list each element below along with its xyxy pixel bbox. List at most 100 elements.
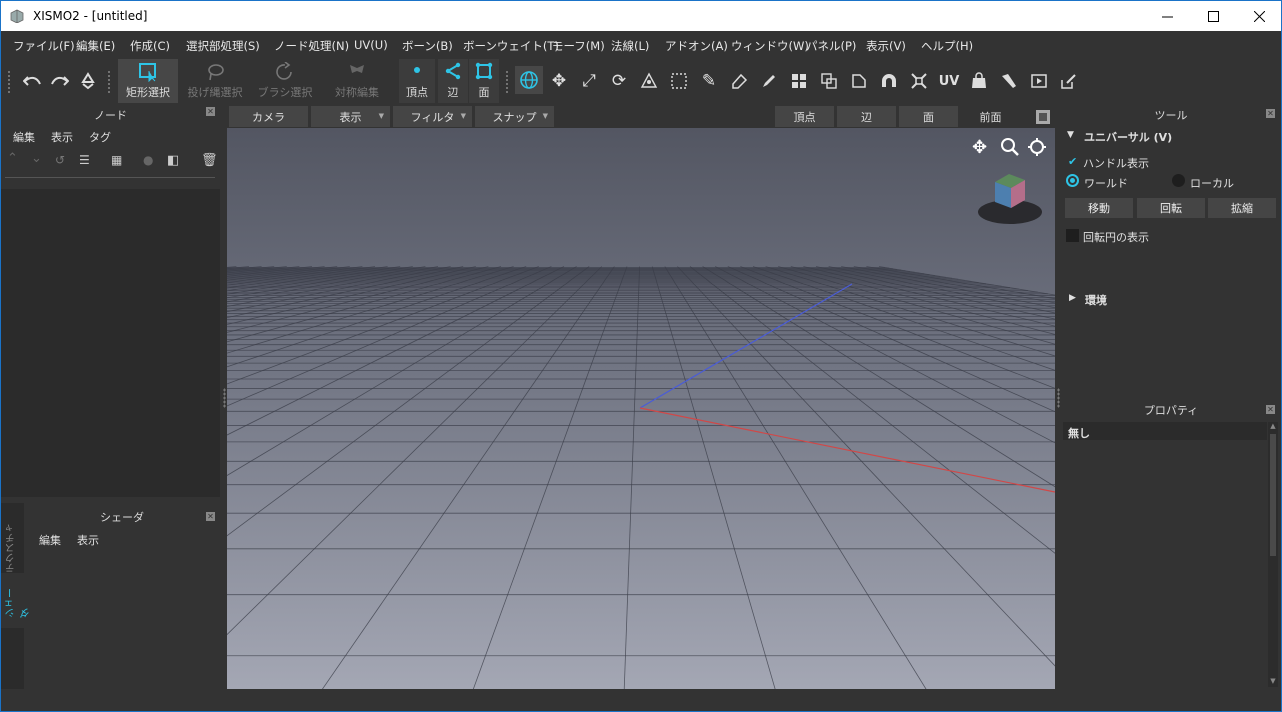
scale-button[interactable]: 拡縮	[1208, 198, 1276, 218]
close-icon[interactable]: ✕	[1266, 405, 1275, 414]
splitter-handle[interactable]	[1057, 388, 1060, 408]
viewport-vertex-tab[interactable]: 頂点	[775, 106, 834, 127]
recycle-icon[interactable]	[76, 69, 100, 93]
close-icon[interactable]: ✕	[206, 107, 215, 116]
viewport-edge-tab[interactable]: 辺	[837, 106, 896, 127]
window-border	[0, 31, 1, 712]
viewport-tab-filter[interactable]: フィルタ ▼	[393, 106, 472, 127]
menu-selection[interactable]: 選択部処理(S)	[186, 38, 260, 54]
menu-bone-weight[interactable]: ボーンウェイト(T)	[463, 38, 559, 54]
knife-icon[interactable]	[997, 69, 1021, 93]
pivot-icon[interactable]	[637, 69, 661, 93]
hierarchy-icon[interactable]: ☰	[79, 153, 90, 167]
menu-help[interactable]: ヘルプ(H)	[921, 38, 973, 54]
refresh-icon[interactable]: ↺	[55, 153, 65, 167]
radio-world[interactable]	[1066, 174, 1079, 187]
brush-select-button[interactable]: ブラシ選択	[253, 59, 317, 103]
node-menu-view[interactable]: 表示	[51, 129, 73, 145]
group-icon[interactable]: ●	[143, 153, 153, 167]
viewport-face-tab[interactable]: 面	[899, 106, 958, 127]
maximize-button[interactable]	[1190, 1, 1236, 31]
tab-texture[interactable]: テクスチャ	[4, 513, 21, 573]
orbit-icon[interactable]	[1027, 137, 1047, 157]
3d-viewport[interactable]: ✥	[227, 128, 1055, 689]
shader-menu-edit[interactable]: 編集	[39, 532, 61, 548]
tab-label: スナップ	[492, 110, 537, 124]
menu-bone[interactable]: ボーン(B)	[402, 38, 453, 54]
node-menu-edit[interactable]: 編集	[13, 129, 35, 145]
menu-create[interactable]: 作成(C)	[130, 38, 170, 54]
view-cube-small-icon[interactable]	[1033, 107, 1053, 127]
move-button[interactable]: 移動	[1065, 198, 1133, 218]
close-icon[interactable]: ✕	[1266, 109, 1275, 118]
menu-panel[interactable]: パネル(P)	[806, 38, 856, 54]
splitter-handle[interactable]	[223, 388, 226, 408]
menu-node[interactable]: ノード処理(N)	[274, 38, 349, 54]
boolean-icon[interactable]	[817, 69, 841, 93]
grid-icon[interactable]: ▦	[111, 153, 122, 167]
arch-icon[interactable]	[877, 69, 901, 93]
menu-uv[interactable]: UV(U)	[354, 38, 388, 52]
puzzle-icon[interactable]	[787, 69, 811, 93]
pencil-icon[interactable]: ✎	[697, 69, 721, 93]
toolbar-grip[interactable]	[107, 70, 111, 94]
bevel-icon[interactable]	[847, 69, 871, 93]
viewport-view-name[interactable]: 前面	[961, 106, 1020, 127]
expand-right-icon[interactable]: ▶	[1069, 293, 1076, 303]
view-cube-icon[interactable]	[975, 170, 1045, 228]
marquee-icon[interactable]	[667, 69, 691, 93]
viewport-tab-snap[interactable]: スナップ ▼	[475, 106, 554, 127]
menu-view[interactable]: 表示(V)	[866, 38, 906, 54]
chevron-up-icon[interactable]: ⌃	[7, 151, 18, 166]
bag-icon[interactable]	[967, 69, 991, 93]
menu-window[interactable]: ウィンドウ(W)	[731, 38, 809, 54]
property-scrollbar[interactable]: ▲ ▼	[1268, 422, 1278, 687]
rotate-icon[interactable]: ⟳	[607, 69, 631, 93]
menu-file[interactable]: ファイル(F)	[13, 38, 75, 54]
tab-shader[interactable]: シェーダ	[1, 573, 32, 628]
lasso-select-button[interactable]: 投げ縄選択	[183, 59, 247, 103]
viewport-tab-view[interactable]: 表示 ▼	[311, 106, 390, 127]
menu-edit[interactable]: 編集(E)	[76, 38, 115, 54]
close-icon[interactable]: ✕	[206, 512, 215, 521]
symmetric-edit-button[interactable]: 対称編集	[327, 59, 387, 103]
close-button[interactable]	[1236, 1, 1282, 31]
toolbar-grip[interactable]	[505, 70, 509, 94]
move-icon[interactable]: ✥	[547, 69, 571, 93]
viewport-tab-camera[interactable]: カメラ	[229, 106, 308, 127]
minimize-button[interactable]	[1144, 1, 1190, 31]
redo-icon[interactable]	[48, 69, 72, 93]
edit-box-icon[interactable]	[1057, 69, 1081, 93]
checkbox-checked-icon[interactable]: ✔	[1068, 155, 1077, 168]
film-icon[interactable]	[1027, 69, 1051, 93]
face-mode-button[interactable]: 面	[469, 59, 499, 103]
radio-local[interactable]	[1172, 174, 1185, 187]
eraser-icon[interactable]	[727, 69, 751, 93]
toolbar-grip[interactable]	[7, 70, 11, 94]
undo-icon[interactable]	[20, 69, 44, 93]
scale-icon[interactable]: ⤢	[577, 69, 601, 93]
edge-mode-button[interactable]: 辺	[438, 59, 468, 103]
rect-select-button[interactable]: 矩形選択	[118, 59, 178, 103]
menu-morph[interactable]: モーフ(M)	[552, 38, 605, 54]
rotation-circle-checkbox[interactable]	[1066, 229, 1079, 242]
node-menu-tag[interactable]: タグ	[89, 129, 111, 145]
vertex-mode-button[interactable]: 頂点	[399, 59, 435, 103]
shrink-icon[interactable]	[907, 69, 931, 93]
universal-section-title[interactable]: ユニバーサル (V)	[1084, 129, 1172, 145]
menu-addon[interactable]: アドオン(A)	[665, 38, 728, 54]
pan-icon[interactable]: ✥	[972, 137, 992, 158]
trash-icon[interactable]: 🗑	[201, 153, 218, 168]
environment-section-title[interactable]: 環境	[1085, 292, 1107, 308]
expand-down-icon[interactable]: ▼	[1067, 130, 1074, 140]
zoom-icon[interactable]	[1000, 137, 1020, 157]
globe-icon[interactable]	[515, 66, 543, 94]
uv-icon[interactable]: UV	[937, 69, 961, 93]
menu-normal[interactable]: 法線(L)	[611, 38, 649, 54]
splitter[interactable]	[1, 497, 220, 500]
rotate-button[interactable]: 回転	[1137, 198, 1205, 218]
cube-icon[interactable]: ◧	[167, 153, 179, 168]
brush-icon[interactable]	[757, 69, 781, 93]
chevron-down-icon[interactable]: ⌄	[31, 151, 42, 166]
shader-menu-view[interactable]: 表示	[77, 532, 99, 548]
